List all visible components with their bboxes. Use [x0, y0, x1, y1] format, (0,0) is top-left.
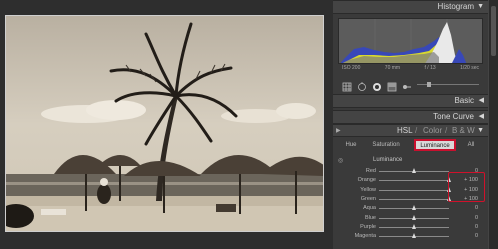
red-eye-icon[interactable]	[372, 79, 382, 91]
tool-slider-knob[interactable]	[427, 81, 431, 87]
crop-grid-icon[interactable]	[342, 79, 352, 92]
spot-removal-icon[interactable]	[357, 79, 367, 91]
slider-label: Yellow	[360, 186, 376, 193]
slider-label: Aqua	[363, 205, 376, 212]
slider-track[interactable]	[379, 180, 449, 182]
tab-all[interactable]: All	[463, 140, 479, 150]
sepia-photo	[5, 15, 324, 232]
slider-knob[interactable]	[411, 214, 416, 220]
histogram-header[interactable]: Histogram ▼	[333, 0, 488, 14]
scrollbar-thumb[interactable]	[491, 6, 496, 56]
expand-triangle-icon[interactable]: ◀	[479, 95, 484, 107]
shutter-speed: 1/20 sec	[460, 65, 479, 71]
slider-track[interactable]	[379, 189, 449, 191]
slider-label: Red	[365, 168, 376, 174]
slider-label: Purple	[360, 223, 376, 230]
slider-label: Blue	[364, 214, 376, 221]
tab-hue[interactable]: Hue	[341, 140, 361, 150]
tab-luminance[interactable]: Luminance	[414, 139, 456, 151]
histogram-graph	[338, 18, 483, 64]
slider-row-magenta: Magenta 0	[333, 232, 488, 241]
slider-value[interactable]: 0	[475, 233, 478, 239]
annotation-highlight-box	[448, 172, 485, 202]
slider-knob[interactable]	[411, 233, 416, 239]
slider-row-blue: Blue 0	[333, 214, 488, 223]
histogram-title: Histogram	[437, 2, 474, 11]
basic-section-header[interactable]: Basic ◀	[333, 94, 488, 108]
graduated-filter-icon[interactable]	[387, 79, 397, 92]
histogram-camera-info: ISO 200 70 mm f / 13 1/20 sec	[338, 64, 483, 73]
tab-saturation[interactable]: Saturation	[369, 140, 403, 150]
aperture: f / 13	[424, 65, 436, 71]
slider-knob[interactable]	[411, 168, 416, 173]
slider-label: Green	[360, 195, 376, 202]
panel-scrollbar[interactable]	[488, 0, 498, 249]
slider-value[interactable]: 0	[475, 205, 478, 211]
slider-knob[interactable]	[411, 223, 416, 229]
slider-value[interactable]: 0	[475, 224, 478, 230]
slider-label: Orange	[357, 177, 376, 184]
expand-triangle-icon[interactable]: ◀	[479, 111, 484, 123]
tone-curve-title: Tone Curve	[433, 112, 474, 121]
slider-row-purple: Purple 0	[333, 223, 488, 232]
slider-track[interactable]	[379, 198, 449, 200]
slider-row-aqua: Aqua 0	[333, 204, 488, 213]
basic-title: Basic	[454, 96, 474, 105]
hsl-tabs: Hue Saturation Luminance All	[333, 136, 488, 154]
adjustment-brush-icon[interactable]	[402, 79, 412, 89]
iso-value: ISO 200	[342, 65, 361, 71]
tool-strip	[338, 77, 483, 92]
slider-knob[interactable]	[411, 205, 416, 211]
targeted-adjustment-icon[interactable]: ◎	[338, 157, 343, 164]
develop-right-panel: Histogram ▼ ISO 200 70 mm f / 13 1/20 se…	[333, 0, 488, 249]
slider-label: Magenta	[354, 233, 376, 240]
slider-value[interactable]: 0	[475, 215, 478, 221]
focal-length: 70 mm	[384, 65, 401, 71]
tool-slider[interactable]	[417, 81, 479, 87]
photo-viewport	[0, 0, 333, 249]
luminance-title: Luminance	[373, 157, 403, 163]
tone-curve-section-header[interactable]: Tone Curve ◀	[333, 110, 488, 124]
collapse-triangle-icon[interactable]: ▼	[477, 1, 484, 13]
